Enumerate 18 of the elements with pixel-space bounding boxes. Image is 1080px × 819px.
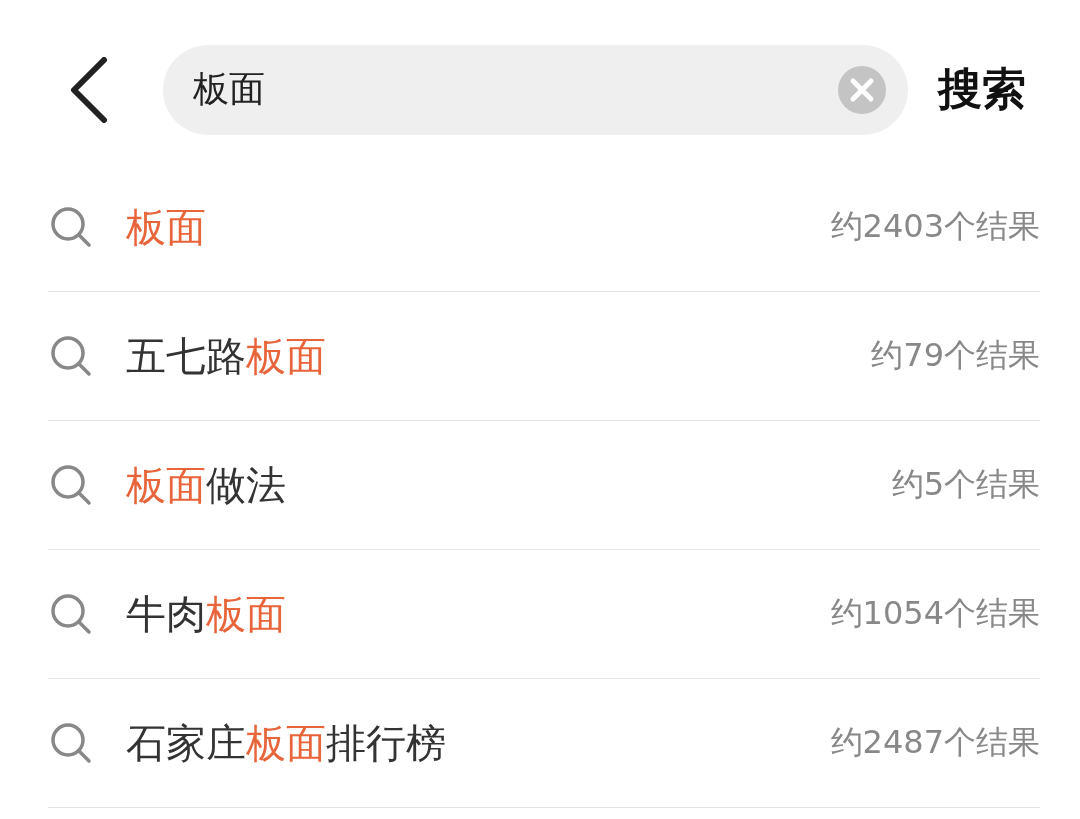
search-button[interactable]: 搜索	[938, 60, 1026, 119]
back-icon[interactable]	[68, 56, 108, 123]
result-count: 约79个结果	[871, 335, 1040, 376]
search-icon	[50, 593, 92, 635]
result-count: 约2403个结果	[830, 206, 1040, 247]
result-count: 约1054个结果	[830, 593, 1040, 634]
search-query: 板面	[193, 67, 266, 111]
result-count: 约5个结果	[891, 464, 1040, 505]
search-icon	[50, 464, 92, 506]
suggestion-text[interactable]: 五七路板面	[126, 328, 872, 384]
result-count: 约2487个结果	[830, 722, 1040, 763]
suggestion-text[interactable]: 牛肉板面	[126, 586, 831, 642]
search-icon	[50, 722, 92, 764]
suggestion-text[interactable]: 板面做法	[126, 457, 892, 513]
suggestion-text[interactable]: 石家庄板面排行榜	[126, 715, 831, 771]
search-icon	[50, 206, 92, 248]
search-icon	[50, 335, 92, 377]
search-field[interactable]: 板面	[163, 44, 908, 135]
